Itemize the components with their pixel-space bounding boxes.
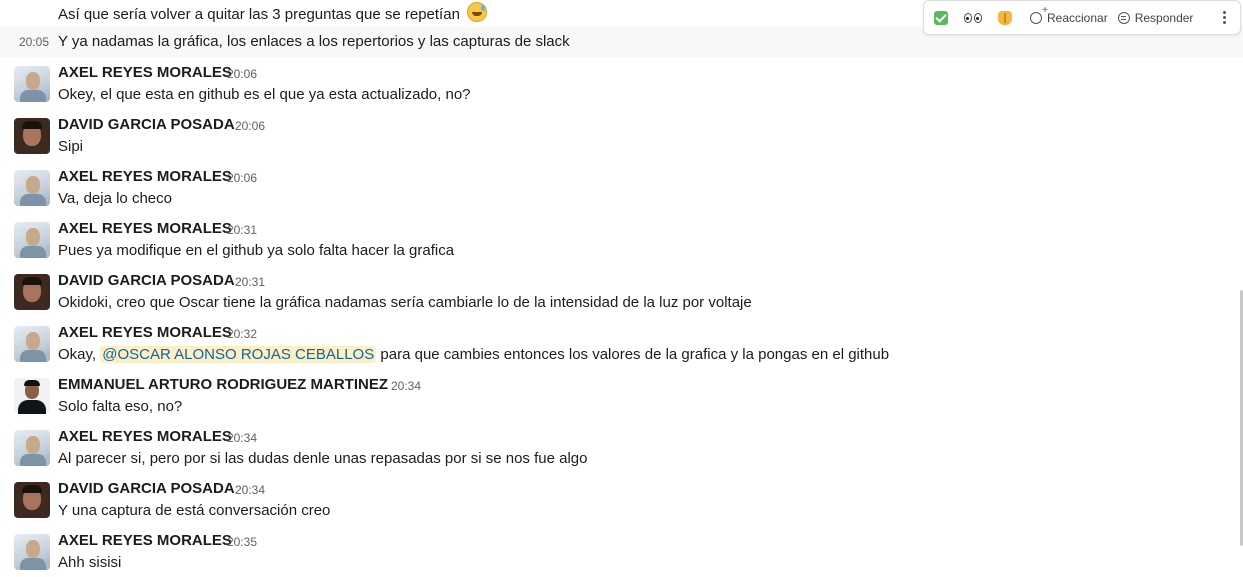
avatar[interactable] [14,222,50,258]
reply-icon [1117,11,1130,24]
message-timestamp[interactable]: 20:31 [235,275,265,289]
message-item[interactable]: AXEL REYES MORALES 20:06 Okey, el que es… [0,57,1243,109]
author-name[interactable]: AXEL REYES MORALES [58,168,232,185]
message-body: Pues ya modifique en el github ya solo f… [58,242,455,259]
user-mention[interactable]: @OSCAR ALONSO ROJAS CEBALLOS [100,346,377,363]
author-name[interactable]: AXEL REYES MORALES [58,64,232,81]
message-item[interactable]: DAVID GARCIA POSADA 20:34 Y una captura … [0,473,1243,525]
message-timestamp[interactable]: 20:35 [227,535,257,549]
author-name[interactable]: AXEL REYES MORALES [58,324,232,341]
reply-label: Responder [1134,10,1194,25]
message-timestamp[interactable]: 20:06 [235,119,265,133]
message-body: Y ya nadamas la gráfica, los enlaces a l… [58,33,570,50]
quick-reaction-check-button[interactable] [926,5,956,31]
message-body: Al parecer si, pero por si las dudas den… [58,450,588,467]
avatar[interactable] [14,534,50,570]
avatar[interactable] [14,170,50,206]
message-item[interactable]: AXEL REYES MORALES 20:35 Ahh sisisi [0,525,1243,577]
eyes-icon [964,12,982,23]
message-text-post: para que cambies entonces los valores de… [380,346,890,363]
add-reaction-label: Reaccionar [1047,10,1108,25]
message-body: Así que sería volver a quitar las 3 preg… [58,6,460,23]
message-timestamp[interactable]: 20:05 [19,35,49,49]
avatar[interactable] [14,430,50,466]
more-actions-button[interactable] [1223,5,1226,31]
avatar[interactable] [14,326,50,362]
message-actions-toolbar: Reaccionar Responder [923,0,1241,35]
message-body: Sipi [58,138,84,155]
avatar[interactable] [14,482,50,518]
author-name[interactable]: AXEL REYES MORALES [58,428,232,445]
avatar[interactable] [14,378,50,414]
author-name[interactable]: DAVID GARCIA POSADA [58,116,235,133]
message-item[interactable]: DAVID GARCIA POSADA 20:31 Okidoki, creo … [0,265,1243,317]
author-name[interactable]: AXEL REYES MORALES [58,220,232,237]
message-body: Okidoki, creo que Oscar tiene la gráfica… [58,294,752,311]
avatar[interactable] [14,66,50,102]
message-body: Va, deja lo checo [58,190,172,207]
reply-in-thread-button[interactable]: Responder [1117,5,1194,31]
message-body: Okay, @OSCAR ALONSO ROJAS CEBALLOS para … [58,346,889,363]
message-item[interactable]: AXEL REYES MORALES 20:31 Pues ya modifiq… [0,213,1243,265]
message-timestamp[interactable]: 20:32 [227,327,257,341]
message-body: Okey, el que esta en github es el que ya… [58,86,471,103]
raised-hands-icon [998,10,1012,25]
more-vertical-icon [1223,11,1226,14]
message-timestamp[interactable]: 20:06 [227,67,257,81]
message-item[interactable]: EMMANUEL ARTURO RODRIGUEZ MARTINEZ 20:34… [0,369,1243,421]
message-timestamp[interactable]: 20:34 [235,483,265,497]
message-item[interactable]: AXEL REYES MORALES 20:06 Va, deja lo che… [0,161,1243,213]
message-text: Así que sería volver a quitar las 3 preg… [58,2,488,23]
sweat-smile-emoji-icon [467,2,488,22]
author-name[interactable]: EMMANUEL ARTURO RODRIGUEZ MARTINEZ [58,376,388,393]
message-item[interactable]: AXEL REYES MORALES 20:32 Okay, @OSCAR AL… [0,317,1243,369]
message-body: Solo falta eso, no? [58,398,183,415]
author-name[interactable]: DAVID GARCIA POSADA [58,272,235,289]
message-timestamp[interactable]: 20:31 [227,223,257,237]
avatar[interactable] [14,118,50,154]
white-check-mark-icon [934,10,948,25]
message-text-pre: Okay, [58,346,97,363]
message-body: Ahh sisisi [58,554,122,571]
add-reaction-button[interactable]: Reaccionar [1030,5,1108,31]
add-reaction-icon [1030,5,1048,24]
message-timestamp[interactable]: 20:34 [227,431,257,445]
avatar[interactable] [14,274,50,310]
quick-reaction-eyes-button[interactable] [958,5,988,31]
message-timestamp[interactable]: 20:34 [391,379,421,393]
author-name[interactable]: AXEL REYES MORALES [58,532,232,549]
quick-reaction-hands-button[interactable] [990,5,1020,31]
message-item[interactable]: DAVID GARCIA POSADA 20:06 Sipi [0,109,1243,161]
message-item[interactable]: AXEL REYES MORALES 20:34 Al parecer si, … [0,421,1243,473]
message-body: Y una captura de está conversación creo [58,502,331,519]
message-timestamp[interactable]: 20:06 [227,171,257,185]
author-name[interactable]: DAVID GARCIA POSADA [58,480,235,497]
